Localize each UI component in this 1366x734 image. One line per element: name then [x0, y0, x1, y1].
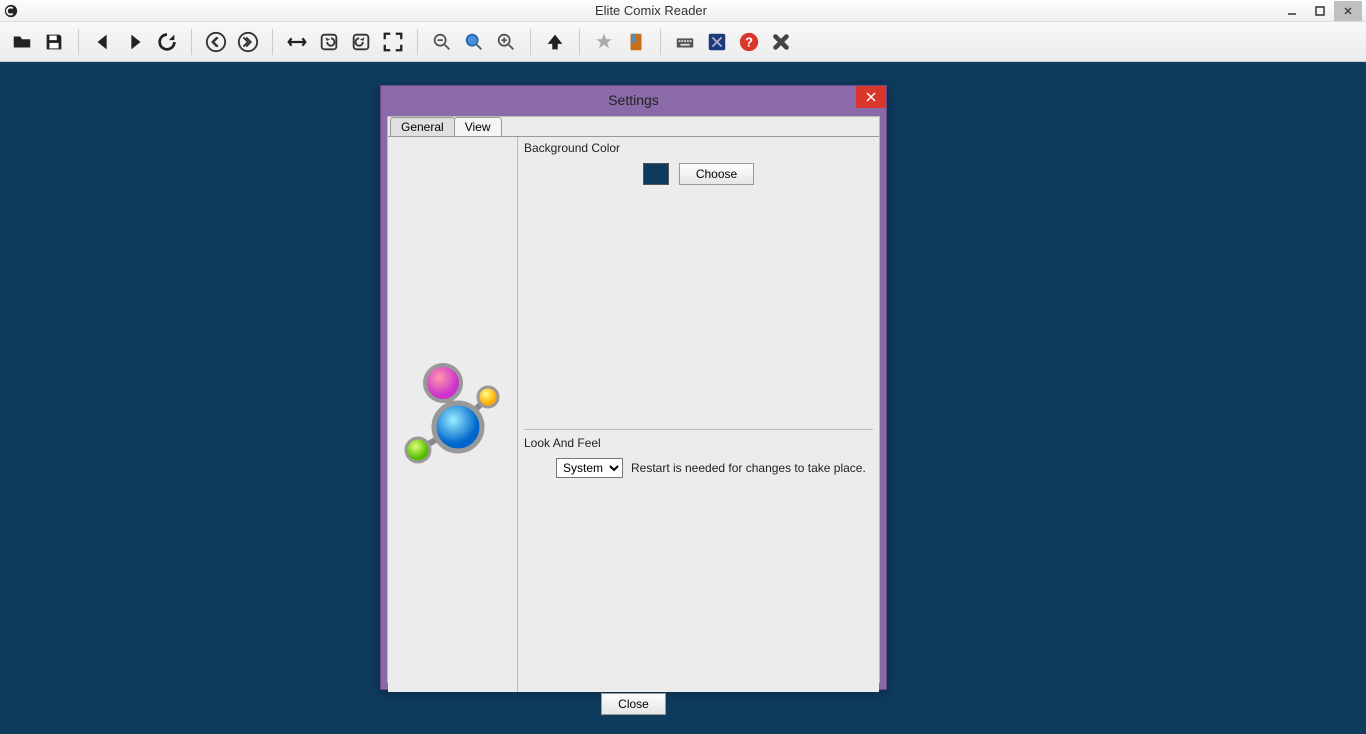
restart-note: Restart is needed for changes to take pl… [631, 461, 866, 475]
look-and-feel-group: Look And Feel System Restart is needed f… [524, 429, 873, 688]
rotate-left-icon[interactable] [315, 28, 343, 56]
dialog-close-button[interactable] [856, 86, 886, 108]
save-icon[interactable] [40, 28, 68, 56]
tab-general[interactable]: General [390, 117, 455, 136]
up-icon[interactable] [541, 28, 569, 56]
exit-icon[interactable] [767, 28, 795, 56]
settings-dialog: Settings General View [380, 85, 887, 690]
dialog-title: Settings [381, 92, 886, 108]
settings-illustration-pane [388, 137, 518, 692]
toolbar-separator [417, 29, 418, 55]
tab-panel-view: Background Color Choose Look And Feel Sy… [388, 136, 879, 692]
look-and-feel-select[interactable]: System [556, 458, 623, 478]
toolbar-separator [78, 29, 79, 55]
toolbar-separator [191, 29, 192, 55]
zoom-fit-icon[interactable] [460, 28, 488, 56]
rotate-right-icon[interactable] [347, 28, 375, 56]
toolbar-separator [660, 29, 661, 55]
reload-icon[interactable] [153, 28, 181, 56]
keyboard-icon[interactable] [671, 28, 699, 56]
close-window-button[interactable] [1334, 1, 1362, 21]
settings-icon[interactable] [703, 28, 731, 56]
help-icon[interactable]: ? [735, 28, 763, 56]
prev-icon[interactable] [89, 28, 117, 56]
dialog-tabs: General View [388, 117, 879, 136]
background-color-swatch [643, 163, 669, 185]
app-title: Elite Comix Reader [24, 3, 1278, 18]
content-area: Settings General View [0, 62, 1366, 734]
main-titlebar: Elite Comix Reader [0, 0, 1366, 22]
background-color-label: Background Color [524, 141, 873, 155]
svg-text:?: ? [745, 34, 753, 49]
toolbar-separator [272, 29, 273, 55]
molecule-icon [393, 355, 513, 475]
minimize-button[interactable] [1278, 1, 1306, 21]
window-controls [1278, 1, 1362, 21]
star-icon[interactable] [590, 28, 618, 56]
toolbar-separator [579, 29, 580, 55]
dialog-body: General View [387, 116, 880, 683]
app-icon [4, 4, 18, 18]
tab-view[interactable]: View [454, 117, 502, 136]
background-color-group: Background Color Choose [524, 141, 873, 425]
close-dialog-button[interactable]: Close [601, 693, 666, 715]
choose-color-button[interactable]: Choose [679, 163, 754, 185]
look-and-feel-label: Look And Feel [524, 436, 873, 450]
maximize-button[interactable] [1306, 1, 1334, 21]
open-icon[interactable] [8, 28, 36, 56]
settings-right-pane: Background Color Choose Look And Feel Sy… [518, 137, 879, 692]
dialog-titlebar: Settings [381, 86, 886, 114]
zoom-out-icon[interactable] [428, 28, 456, 56]
toolbar-separator [530, 29, 531, 55]
last-icon[interactable] [234, 28, 262, 56]
next-icon[interactable] [121, 28, 149, 56]
zoom-in-icon[interactable] [492, 28, 520, 56]
fullscreen-icon[interactable] [379, 28, 407, 56]
dialog-footer: Close [388, 692, 879, 715]
first-icon[interactable] [202, 28, 230, 56]
bookmark-icon[interactable] [622, 28, 650, 56]
fit-width-icon[interactable] [283, 28, 311, 56]
main-toolbar: ? [0, 22, 1366, 62]
